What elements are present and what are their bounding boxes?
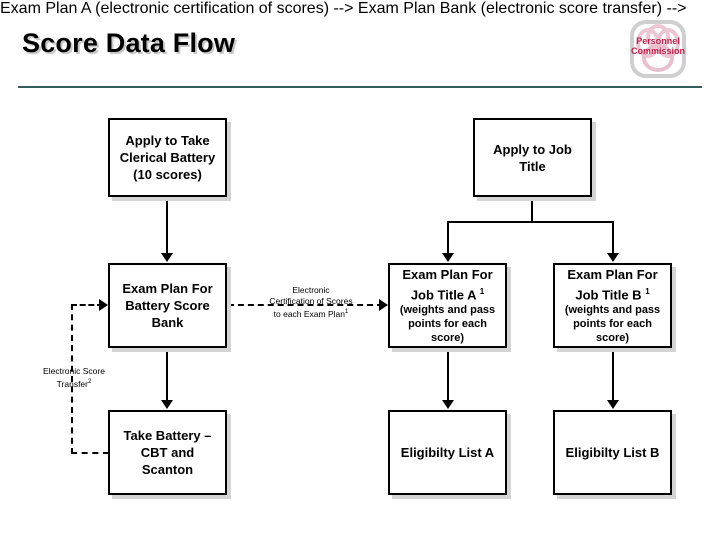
- node-exam-b-detail2: points for each: [573, 318, 652, 331]
- connector-exam-b-to-elig-b: [612, 348, 614, 401]
- node-apply-battery-line1: Apply to Take: [125, 133, 210, 148]
- connector-apply-job-bus: [447, 221, 614, 223]
- node-elig-b-line1: Eligibilty List B: [565, 445, 660, 460]
- node-take-battery-line3: Scanton: [141, 462, 194, 477]
- node-exam-a-line2: Job Title A 1: [394, 283, 501, 303]
- node-take-battery-line2: CBT and: [140, 445, 195, 460]
- node-exam-a-text: Exam Plan For Job Title A 1 (weights and…: [390, 266, 505, 345]
- node-apply-battery-line3: (10 scores): [133, 167, 202, 182]
- arrowhead-exam-b-to-elig-b: [607, 400, 619, 409]
- connector-exam-bank-to-take-battery: [166, 348, 168, 401]
- slide-canvas: Score Data Flow Personnel Commission Exa…: [0, 0, 720, 540]
- node-eligibility-list-b[interactable]: Eligibilty List B: [553, 410, 672, 495]
- arrowhead-apply-job-to-exam-a: [442, 253, 454, 262]
- arrowhead-exam-bank-to-take-battery: [161, 400, 173, 409]
- node-exam-b-line2: Job Title B 1: [559, 283, 666, 303]
- edge-label-score-transfer-line2: Transfer: [56, 378, 88, 389]
- logo-text: Personnel Commission: [630, 36, 686, 56]
- connector-apply-job-to-exam-b: [612, 221, 614, 254]
- node-exam-a-detail1: (weights and pass: [399, 304, 496, 317]
- edge-label-certification-line1: Electronic: [292, 285, 330, 295]
- arrowhead-certification-to-exam-a: [379, 299, 388, 311]
- title-divider: [18, 86, 702, 88]
- node-exam-a-title: Job Title A: [410, 287, 477, 303]
- node-exam-b-detail3: score): [595, 332, 630, 345]
- edge-label-electronic-score-transfer: Electronic Score Transfer2: [22, 366, 126, 390]
- node-exam-b-line1: Exam Plan For: [567, 266, 658, 282]
- logo-text-line1: Personnel: [636, 36, 680, 46]
- edge-label-certification-line3: to each Exam Plan: [273, 308, 345, 319]
- node-exam-a-detail2: points for each: [408, 318, 487, 331]
- node-apply-battery-line2: Clerical Battery: [119, 150, 216, 165]
- arrowhead-apply-job-to-exam-b: [607, 253, 619, 262]
- node-exam-b-detail1: (weights and pass: [564, 304, 661, 317]
- node-exam-a-detail3: score): [430, 332, 465, 345]
- node-exam-plan-for-job-title-b[interactable]: Exam Plan For Job Title B 1 (weights and…: [553, 263, 672, 348]
- node-apply-job-line2: Title: [519, 158, 546, 174]
- connector-apply-job-to-exam-a: [447, 221, 449, 254]
- edge-label-certification-line2: Certification of Scores: [269, 296, 353, 306]
- arrowhead-apply-battery-to-exam-bank: [161, 253, 173, 262]
- edge-label-score-transfer-line1: Electronic Score: [43, 366, 105, 376]
- edge-label-score-transfer-superscript: 2: [88, 379, 92, 385]
- edge-label-score-transfer-line2-wrap: Transfer2: [22, 377, 126, 390]
- node-apply-job-text: Apply to Job Title: [475, 141, 590, 175]
- node-apply-to-job-title[interactable]: Apply to Job Title: [473, 118, 592, 197]
- node-exam-bank-text: Exam Plan For Battery Score Bank: [110, 280, 225, 331]
- node-exam-bank-line3: Bank: [151, 315, 184, 330]
- node-elig-a-line1: Eligibilty List A: [400, 445, 495, 460]
- arrowhead-exam-a-to-elig-a: [442, 400, 454, 409]
- node-exam-plan-for-battery-score-bank[interactable]: Exam Plan For Battery Score Bank: [108, 263, 227, 348]
- arrowhead-score-transfer-to-exam-bank: [99, 299, 108, 311]
- personnel-commission-logo: Personnel Commission: [630, 20, 692, 82]
- connector-score-transfer-dashed-bottom: [71, 452, 109, 454]
- node-exam-bank-line2: Battery Score: [125, 298, 210, 313]
- node-apply-to-take-clerical-battery[interactable]: Apply to Take Clerical Battery (10 score…: [108, 118, 227, 197]
- edge-label-certification-superscript: 1: [345, 309, 349, 315]
- edge-label-certification-line3-wrap: to each Exam Plan1: [252, 307, 370, 320]
- connector-exam-a-to-elig-a: [447, 348, 449, 401]
- node-exam-b-text: Exam Plan For Job Title B 1 (weights and…: [555, 266, 670, 345]
- node-exam-a-superscript: 1: [479, 286, 485, 296]
- node-exam-b-title: Job Title B: [575, 287, 642, 303]
- node-take-battery-line1: Take Battery –: [123, 428, 212, 443]
- node-exam-bank-line1: Exam Plan For: [122, 281, 213, 296]
- logo-text-line2: Commission: [630, 46, 685, 56]
- edge-label-electronic-certification: Electronic Certification of Scores to ea…: [252, 285, 370, 320]
- node-take-battery-text: Take Battery – CBT and Scanton: [110, 427, 225, 478]
- node-apply-battery-text: Apply to Take Clerical Battery (10 score…: [110, 132, 225, 183]
- node-apply-job-line1: Apply to Job: [493, 141, 572, 157]
- connector-apply-battery-to-exam-bank: [166, 197, 168, 254]
- page-title: Score Data Flow: [22, 28, 236, 58]
- node-exam-a-line1: Exam Plan For: [402, 266, 493, 282]
- node-take-battery-cbt-and-scanton[interactable]: Take Battery – CBT and Scanton: [108, 410, 227, 495]
- node-exam-b-superscript: 1: [645, 286, 650, 296]
- node-elig-b-text: Eligibilty List B: [555, 444, 670, 461]
- node-exam-plan-for-job-title-a[interactable]: Exam Plan For Job Title A 1 (weights and…: [388, 263, 507, 348]
- node-elig-a-text: Eligibilty List A: [390, 444, 505, 461]
- connector-apply-job-stem: [531, 197, 533, 222]
- node-eligibility-list-a[interactable]: Eligibilty List A: [388, 410, 507, 495]
